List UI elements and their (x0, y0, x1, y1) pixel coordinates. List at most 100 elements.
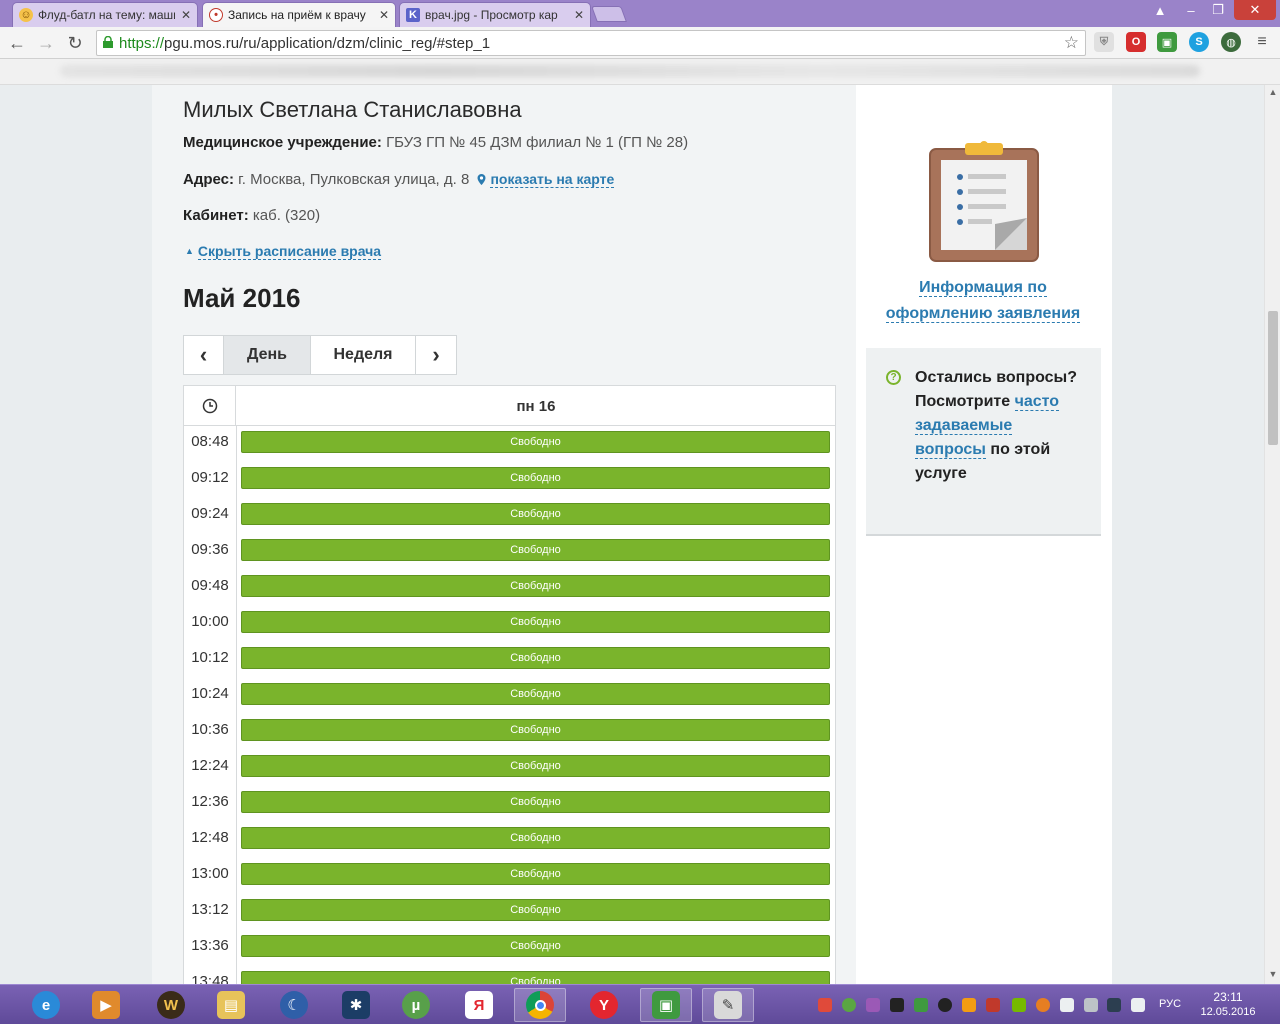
close-icon[interactable]: ✕ (379, 8, 389, 22)
triangle-up-icon: ▲ (185, 246, 194, 256)
tray-circle-icon[interactable] (938, 998, 952, 1012)
slot-free-button[interactable]: Свободно (241, 503, 830, 525)
close-icon[interactable]: ✕ (574, 8, 584, 22)
tab-forum[interactable]: ☺ Флуд-батл на тему: маши ✕ (12, 2, 198, 27)
robot-icon[interactable]: ▣ (1157, 32, 1177, 52)
reload-button[interactable]: ↻ (63, 31, 87, 55)
tray-x-icon[interactable] (986, 998, 1000, 1012)
slot-free-button[interactable]: Свободно (241, 467, 830, 489)
taskbar-media[interactable]: ▶ (80, 988, 132, 1022)
clock-time[interactable]: 23:11 (1200, 990, 1256, 1004)
robot-app-icon: ▣ (652, 991, 680, 1019)
taskbar-ie[interactable]: e (20, 988, 72, 1022)
slot-free-button[interactable]: Свободно (241, 899, 830, 921)
institution-value: ГБУЗ ГП № 45 ДЗМ филиал № 1 (ГП № 28) (386, 134, 689, 151)
tab-clinic[interactable]: • Запись на приём к врачу ✕ (202, 2, 396, 27)
shield-icon[interactable]: ⛨ (1094, 32, 1114, 52)
slot-free-button[interactable]: Свободно (241, 935, 830, 957)
slot-free-button[interactable]: Свободно (241, 611, 830, 633)
slot-free-button[interactable]: Свободно (241, 863, 830, 885)
institution-label: Медицинское учреждение: (183, 134, 382, 151)
yandex-icon: Я (465, 991, 493, 1019)
slot-free-button[interactable]: Свободно (241, 575, 830, 597)
back-button[interactable]: ← (5, 31, 29, 55)
flag-icon[interactable] (1131, 998, 1145, 1012)
view-day-button[interactable]: День (223, 335, 311, 375)
slot-free-button[interactable]: Свободно (241, 431, 830, 453)
slot-time: 12:36 (191, 793, 229, 810)
slot-free-button[interactable]: Свободно (241, 755, 830, 777)
scroll-thumb[interactable] (1268, 311, 1278, 445)
slot-free-button[interactable]: Свободно (241, 647, 830, 669)
column-divider (236, 426, 237, 984)
next-button[interactable]: › (415, 335, 457, 375)
slot-time: 09:36 (191, 541, 229, 558)
address-bar[interactable]: https://pgu.mos.ru/ru/application/dzm/cl… (96, 30, 1086, 56)
tray-bolt-icon[interactable] (1036, 998, 1050, 1012)
taskbar-game[interactable]: W (145, 988, 197, 1022)
taskbar-yandex[interactable]: Я (453, 988, 505, 1022)
new-tab-button[interactable] (591, 6, 627, 22)
slot-free-button[interactable]: Свободно (241, 827, 830, 849)
clock-icon (202, 398, 217, 414)
tray-rocket-icon[interactable] (818, 998, 832, 1012)
maximize-button[interactable]: ❐ (1205, 0, 1231, 20)
tray-ru-icon[interactable] (1107, 998, 1121, 1012)
address-line: Адрес: г. Москва, Пулковская улица, д. 8… (183, 171, 615, 188)
taskbar-robot[interactable]: ▣ (640, 988, 692, 1022)
faq-box: ? Остались вопросы? Посмотрите часто зад… (866, 348, 1101, 536)
tray-chrome-icon[interactable] (842, 998, 856, 1012)
taskbar-torrent[interactable]: µ (390, 988, 442, 1022)
slot-free-button[interactable]: Свободно (241, 971, 830, 984)
forward-button[interactable]: → (34, 31, 58, 55)
language-indicator[interactable]: РУС (1159, 998, 1181, 1010)
application-info-link[interactable]: Информация по оформлению заявления (885, 279, 1081, 323)
skype-icon[interactable]: S (1189, 32, 1209, 52)
window-close-button[interactable]: ✕ (1234, 0, 1276, 20)
slot-time: 13:36 (191, 937, 229, 954)
user-icon[interactable]: ▲ (1147, 0, 1173, 20)
blurred-bookmarks (60, 65, 1200, 77)
tray-flower-icon[interactable] (866, 998, 880, 1012)
url-scheme: https:// (119, 34, 165, 52)
taskbar-moon[interactable]: ☾ (268, 988, 320, 1022)
network-icon[interactable] (1084, 998, 1098, 1012)
taskbar-explorer[interactable]: ▤ (205, 988, 257, 1022)
minimize-button[interactable]: – (1178, 0, 1204, 20)
scroll-up-icon[interactable]: ▲ (1268, 87, 1278, 97)
tray-plex-icon[interactable] (890, 998, 904, 1012)
hide-schedule-toggle[interactable]: ▲ Скрыть расписание врача (185, 243, 382, 260)
slot-free-button[interactable]: Свободно (241, 719, 830, 741)
globe-icon[interactable]: ◍ (1221, 32, 1241, 52)
show-map-link[interactable]: показать на карте (490, 171, 615, 188)
scroll-down-icon[interactable]: ▼ (1268, 969, 1278, 979)
menu-icon[interactable]: ≡ (1252, 32, 1272, 52)
hide-schedule-link[interactable]: Скрыть расписание врача (197, 243, 382, 260)
slot-time: 09:24 (191, 505, 229, 522)
close-icon[interactable]: ✕ (181, 8, 191, 22)
bookmark-star-icon[interactable]: ☆ (1064, 33, 1079, 53)
page-scrollbar[interactable]: ▲ ▼ (1264, 85, 1280, 984)
chevron-left-icon: ‹ (199, 342, 208, 367)
prev-button[interactable]: ‹ (183, 335, 224, 375)
view-week-button[interactable]: Неделя (310, 335, 416, 375)
taskbar-chrome[interactable] (514, 988, 566, 1022)
slot-free-button[interactable]: Свободно (241, 791, 830, 813)
volume-icon[interactable] (1060, 998, 1074, 1012)
tray-nvidia-icon[interactable] (1012, 998, 1026, 1012)
cabinet-value: каб. (320) (252, 207, 321, 224)
taskbar-paint[interactable]: ✎ (702, 988, 754, 1022)
slot-free-button[interactable]: Свободно (241, 539, 830, 561)
tray-robot-icon[interactable] (914, 998, 928, 1012)
bookmarks-bar (0, 59, 1280, 85)
taskbar-battle[interactable]: ✱ (330, 988, 382, 1022)
warcraft-icon: W (157, 991, 185, 1019)
tray-orange-icon[interactable] (962, 998, 976, 1012)
day-label: пн 16 (516, 397, 556, 415)
slot-free-button[interactable]: Свободно (241, 683, 830, 705)
tab-image[interactable]: K врач.jpg - Просмотр кар ✕ (399, 2, 591, 27)
chevron-right-icon: › (432, 342, 440, 367)
opera-badge-icon[interactable]: O (1126, 32, 1146, 52)
taskbar-yabrowser[interactable]: Y (578, 988, 630, 1022)
image-viewer-icon: K (406, 8, 420, 22)
